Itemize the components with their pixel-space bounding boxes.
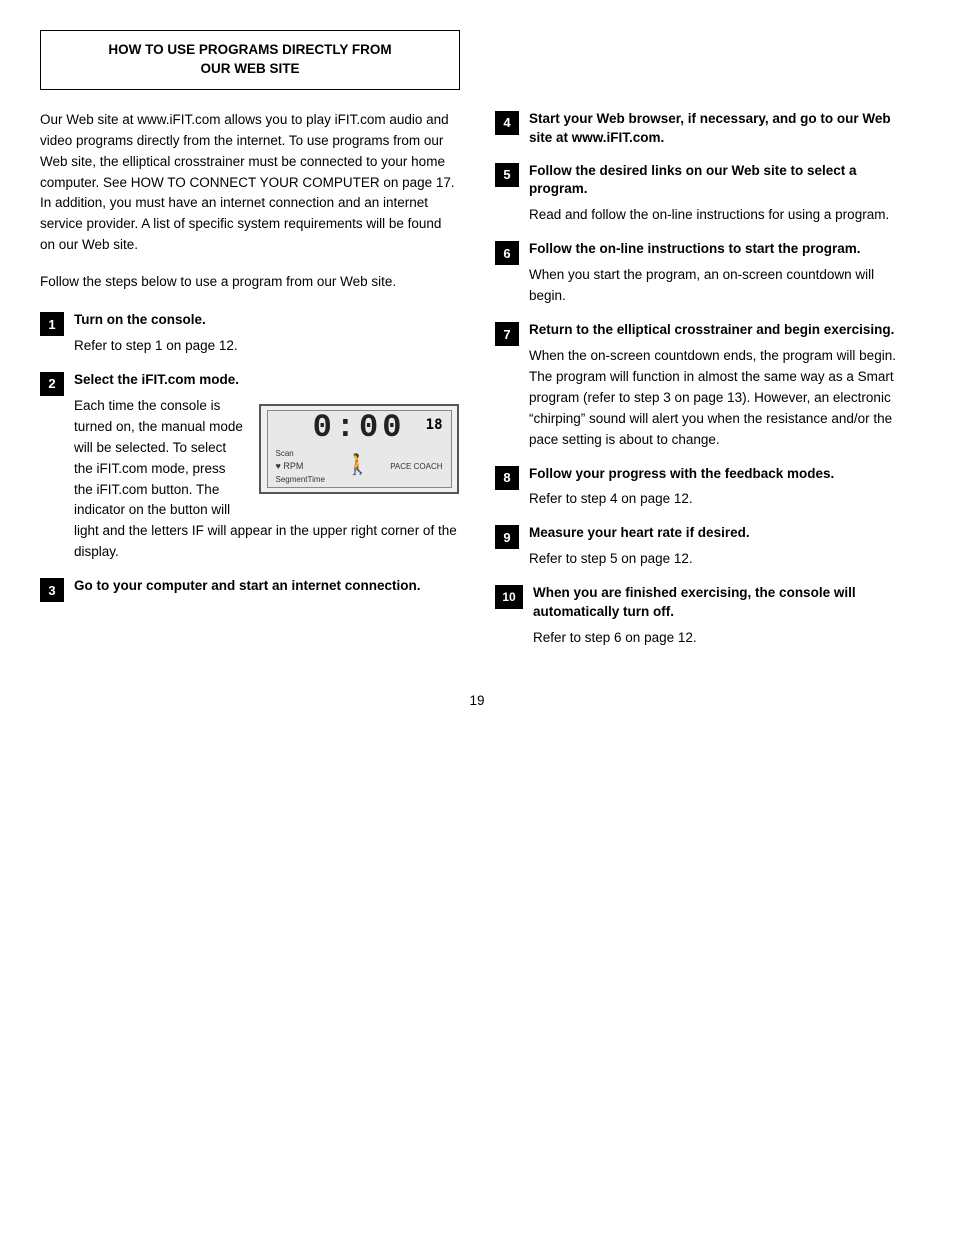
step-10-body: Refer to step 6 on page 12. xyxy=(533,628,914,649)
step-6-number: 6 xyxy=(495,241,519,265)
step-7-body: When the on-screen countdown ends, the p… xyxy=(529,346,914,451)
step-8-body: Refer to step 4 on page 12. xyxy=(529,489,914,510)
step-10: 10 When you are finished exercising, the… xyxy=(495,584,914,649)
step-8-number: 8 xyxy=(495,466,519,490)
step-7-content: Return to the elliptical crosstrainer an… xyxy=(529,321,914,451)
display-bottom-labels: Scan ♥ RPM SegmentTime 🚶 PACE COACH xyxy=(272,448,447,487)
left-column: Our Web site at www.iFIT.com allows you … xyxy=(40,110,459,663)
step-1-title: Turn on the console. xyxy=(74,311,459,330)
step-8-content: Follow your progress with the feedback m… xyxy=(529,465,914,511)
step-4-number: 4 xyxy=(495,111,519,135)
step-2-body: 18 0:00 Scan ♥ RPM SegmentTime 🚶 xyxy=(74,396,459,563)
header-title: HOW TO USE PROGRAMS DIRECTLY FROM OUR WE… xyxy=(57,41,443,79)
right-column: 4 Start your Web browser, if necessary, … xyxy=(495,110,914,663)
step-9-number: 9 xyxy=(495,525,519,549)
step-2: 2 Select the iFIT.com mode. 18 0:00 Scan xyxy=(40,371,459,563)
step-5-body: Read and follow the on-line instructions… xyxy=(529,205,914,226)
step-6: 6 Follow the on-line instructions to sta… xyxy=(495,240,914,307)
step-9-title: Measure your heart rate if desired. xyxy=(529,524,914,543)
step-4-content: Start your Web browser, if necessary, an… xyxy=(529,110,914,148)
step-5-title: Follow the desired links on our Web site… xyxy=(529,162,914,200)
step-5: 5 Follow the desired links on our Web si… xyxy=(495,162,914,227)
display-inner: 18 0:00 Scan ♥ RPM SegmentTime 🚶 xyxy=(267,410,452,488)
step-7-number: 7 xyxy=(495,322,519,346)
step-3-title: Go to your computer and start an interne… xyxy=(74,577,459,596)
follow-steps-paragraph: Follow the steps below to use a program … xyxy=(40,272,459,293)
step-3: 3 Go to your computer and start an inter… xyxy=(40,577,459,602)
step-2-title: Select the iFIT.com mode. xyxy=(74,371,459,390)
step-1: 1 Turn on the console. Refer to step 1 o… xyxy=(40,311,459,357)
step-3-number: 3 xyxy=(40,578,64,602)
step-10-number: 10 xyxy=(495,585,523,609)
two-col-layout: Our Web site at www.iFIT.com allows you … xyxy=(40,110,914,663)
step-3-content: Go to your computer and start an interne… xyxy=(74,577,459,596)
step-8: 8 Follow your progress with the feedback… xyxy=(495,465,914,511)
step-5-number: 5 xyxy=(495,163,519,187)
rpm-label: ♥ RPM xyxy=(276,460,304,474)
step-10-title: When you are finished exercising, the co… xyxy=(533,584,914,622)
segment-label: SegmentTime xyxy=(276,474,326,486)
step-8-title: Follow your progress with the feedback m… xyxy=(529,465,914,484)
console-display: 18 0:00 Scan ♥ RPM SegmentTime 🚶 xyxy=(259,404,459,494)
header-box: HOW TO USE PROGRAMS DIRECTLY FROM OUR WE… xyxy=(40,30,460,90)
pace-label: PACE COACH xyxy=(390,461,442,473)
display-digits: 0:00 xyxy=(313,412,406,444)
intro-paragraph: Our Web site at www.iFIT.com allows you … xyxy=(40,110,459,256)
step-7: 7 Return to the elliptical crosstrainer … xyxy=(495,321,914,451)
step-9-content: Measure your heart rate if desired. Refe… xyxy=(529,524,914,570)
display-left-labels: Scan ♥ RPM SegmentTime xyxy=(276,448,326,487)
step-1-number: 1 xyxy=(40,312,64,336)
step-4: 4 Start your Web browser, if necessary, … xyxy=(495,110,914,148)
scan-label: Scan xyxy=(276,448,294,460)
step-2-content: Select the iFIT.com mode. 18 0:00 Scan ♥ xyxy=(74,371,459,563)
step-5-content: Follow the desired links on our Web site… xyxy=(529,162,914,227)
step-4-title: Start your Web browser, if necessary, an… xyxy=(529,110,914,148)
display-corner-value: 18 xyxy=(426,415,443,437)
step-6-body: When you start the program, an on-screen… xyxy=(529,265,914,307)
page-number: 19 xyxy=(40,693,914,708)
step-7-title: Return to the elliptical crosstrainer an… xyxy=(529,321,914,340)
step-1-content: Turn on the console. Refer to step 1 on … xyxy=(74,311,459,357)
figure-icon: 🚶 xyxy=(345,450,370,481)
step-10-content: When you are finished exercising, the co… xyxy=(533,584,914,649)
step-2-number: 2 xyxy=(40,372,64,396)
step-9-body: Refer to step 5 on page 12. xyxy=(529,549,914,570)
step-6-content: Follow the on-line instructions to start… xyxy=(529,240,914,307)
step-6-title: Follow the on-line instructions to start… xyxy=(529,240,914,259)
step-9: 9 Measure your heart rate if desired. Re… xyxy=(495,524,914,570)
page-wrapper: HOW TO USE PROGRAMS DIRECTLY FROM OUR WE… xyxy=(40,30,914,708)
step-1-body: Refer to step 1 on page 12. xyxy=(74,336,459,357)
